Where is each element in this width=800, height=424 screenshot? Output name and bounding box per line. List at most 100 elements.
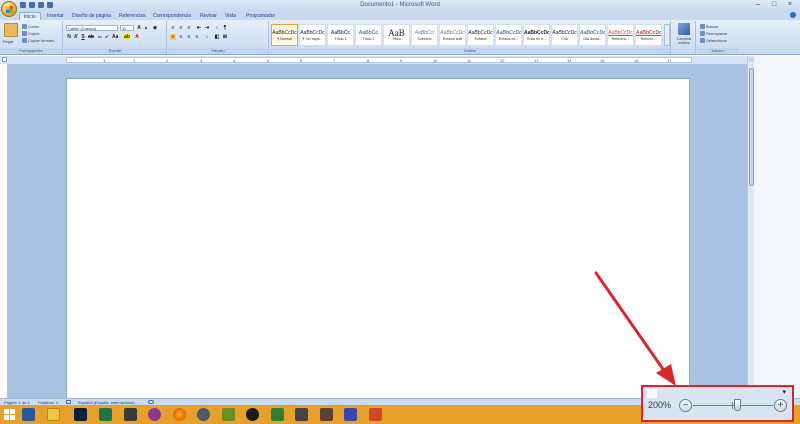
grow-font-icon[interactable]: A xyxy=(136,25,142,31)
decrease-indent-icon[interactable]: ⇤ xyxy=(196,25,202,31)
powerpoint-icon[interactable] xyxy=(369,408,382,421)
font-name-select[interactable]: Calibri (Cuerpo) xyxy=(66,25,118,31)
underline-icon[interactable]: S xyxy=(80,34,86,40)
zoom-slider-thumb[interactable] xyxy=(734,399,741,411)
bullets-icon[interactable]: ≡ xyxy=(170,25,176,31)
style-strong[interactable]: AaBbCcDc Texto en n... xyxy=(523,24,550,46)
subscript-icon[interactable]: x₂ xyxy=(97,34,103,40)
style-heading-2[interactable]: AaBbCc Título 2 xyxy=(355,24,382,46)
tab-revisar[interactable]: Revisar xyxy=(196,12,221,20)
show-marks-icon[interactable]: ¶ xyxy=(222,25,228,31)
style-quote[interactable]: AaBbCcDc Cita xyxy=(551,24,578,46)
horizontal-ruler[interactable]: 1 1 2 3 4 5 6 7 8 9 10 11 12 13 14 15 16 17 xyxy=(0,56,800,64)
tab-correspondencia[interactable]: Correspondencia xyxy=(149,12,195,20)
style-subtle-reference[interactable]: AaBbCcDc Referenc... xyxy=(607,24,634,46)
app-icon[interactable] xyxy=(197,408,210,421)
italic-icon[interactable]: K xyxy=(73,34,79,40)
tab-inicio[interactable]: Inicio xyxy=(19,12,41,20)
style-intense-reference[interactable]: AaBbCcDc Referen... xyxy=(635,24,662,46)
style-name: Subtítulo xyxy=(417,37,432,41)
zoom-out-button[interactable]: − xyxy=(679,399,692,412)
styles-scroll-more-icon[interactable] xyxy=(664,24,670,46)
copy-button[interactable]: Copiar xyxy=(22,31,40,37)
format-painter-button[interactable]: Copiar formato xyxy=(22,38,54,44)
style-intense-quote[interactable]: AaBbCcDc Cita desta... xyxy=(579,24,606,46)
maximize-icon[interactable]: □ xyxy=(768,0,780,10)
tab-vista[interactable]: Vista xyxy=(221,12,240,20)
cut-button[interactable]: Cortar xyxy=(22,24,39,30)
align-center-icon[interactable]: ≡ xyxy=(178,34,184,40)
clear-format-icon[interactable]: ◈ xyxy=(152,25,158,31)
style-title[interactable]: AaB Título xyxy=(383,24,410,46)
app-icon[interactable] xyxy=(344,408,357,421)
superscript-icon[interactable]: x² xyxy=(104,34,110,40)
vertical-ruler[interactable] xyxy=(0,64,8,398)
align-left-icon[interactable]: ≡ xyxy=(170,34,176,40)
tab-diseno-pagina[interactable]: Diseño de página xyxy=(68,12,115,20)
increase-indent-icon[interactable]: ⇥ xyxy=(204,25,210,31)
excel-icon[interactable] xyxy=(99,408,112,421)
tab-insertar[interactable]: Insertar xyxy=(43,12,68,20)
sort-icon[interactable]: ↕ xyxy=(214,25,220,31)
app-icon[interactable] xyxy=(246,408,259,421)
style-heading-1[interactable]: AaBbCc Título 1 xyxy=(327,24,354,46)
close-icon[interactable]: × xyxy=(784,0,796,10)
style-normal[interactable]: AaBbCcDc ¶ Normal xyxy=(271,24,298,46)
bold-icon[interactable]: N xyxy=(66,34,72,40)
highlight-icon[interactable]: ab xyxy=(124,34,130,40)
photoshop-icon[interactable] xyxy=(74,408,87,421)
word-icon[interactable] xyxy=(22,408,35,421)
replace-button[interactable]: Reemplazar xyxy=(700,31,728,37)
app-icon[interactable] xyxy=(124,408,137,421)
brush-icon xyxy=(22,38,27,44)
app-icon[interactable] xyxy=(271,408,284,421)
change-styles-icon[interactable] xyxy=(678,23,690,35)
style-name: Título xyxy=(392,37,401,41)
numbering-icon[interactable]: ≡ xyxy=(178,25,184,31)
folder-icon[interactable] xyxy=(47,408,60,421)
tab-selector-icon[interactable] xyxy=(2,57,7,62)
multilevel-list-icon[interactable]: ≡ xyxy=(186,25,192,31)
borders-icon[interactable]: ⊞ xyxy=(222,34,228,40)
minimize-icon[interactable]: – xyxy=(752,0,764,10)
scroll-down-icon[interactable]: ▾ xyxy=(782,388,786,396)
app-icon[interactable] xyxy=(222,408,235,421)
zoom-level[interactable]: 200% xyxy=(648,400,671,410)
start-icon[interactable] xyxy=(4,409,15,420)
style-emphasis[interactable]: AaBbCcDc Énfasis xyxy=(467,24,494,46)
font-color-icon[interactable]: A xyxy=(134,34,140,40)
find-button[interactable]: Buscar xyxy=(700,24,718,30)
app-icon[interactable] xyxy=(295,408,308,421)
document-page[interactable] xyxy=(66,78,690,408)
style-intense-emphasis[interactable]: AaBbCcDc Énfasis int... xyxy=(495,24,522,46)
app-icon[interactable] xyxy=(148,408,161,421)
macro-icon[interactable] xyxy=(148,400,154,404)
zoom-in-button[interactable]: + xyxy=(774,399,787,412)
font-size-select[interactable]: 11 xyxy=(120,25,134,31)
help-icon[interactable] xyxy=(790,12,796,18)
tab-programador[interactable]: Programador xyxy=(242,12,279,20)
style-no-spacing[interactable]: AaBbCcDc ¶ Sin espa... xyxy=(299,24,326,46)
paste-button[interactable]: Pegar xyxy=(3,39,14,44)
office-button[interactable] xyxy=(1,1,17,17)
change-styles-button[interactable]: Cambiar estilos xyxy=(673,37,695,45)
strikethrough-icon[interactable]: ab xyxy=(88,34,94,40)
line-spacing-icon[interactable]: ↕ xyxy=(204,34,210,40)
align-right-icon[interactable]: ≡ xyxy=(186,34,192,40)
ruler-number: 14 xyxy=(567,58,572,63)
justify-icon[interactable]: ≡ xyxy=(194,34,200,40)
zoom-slider-track[interactable] xyxy=(693,405,773,406)
change-case-icon[interactable]: Aa xyxy=(112,34,118,40)
style-subtitle[interactable]: AaBbCcI Subtítulo xyxy=(411,24,438,46)
app-icon[interactable] xyxy=(320,408,333,421)
paste-icon[interactable] xyxy=(4,23,18,37)
proofing-icon[interactable] xyxy=(66,400,71,404)
shrink-font-icon[interactable]: A xyxy=(143,25,149,31)
firefox-icon[interactable] xyxy=(173,408,186,421)
style-subtle-emphasis[interactable]: AaBbCcDc Énfasis sutil xyxy=(439,24,466,46)
tab-referencias[interactable]: Referencias xyxy=(115,12,150,20)
select-button[interactable]: Seleccionar xyxy=(700,38,727,44)
vertical-scrollbar[interactable] xyxy=(747,56,754,398)
ruler-number: 6 xyxy=(300,58,303,63)
shading-icon[interactable]: ◧ xyxy=(214,34,220,40)
